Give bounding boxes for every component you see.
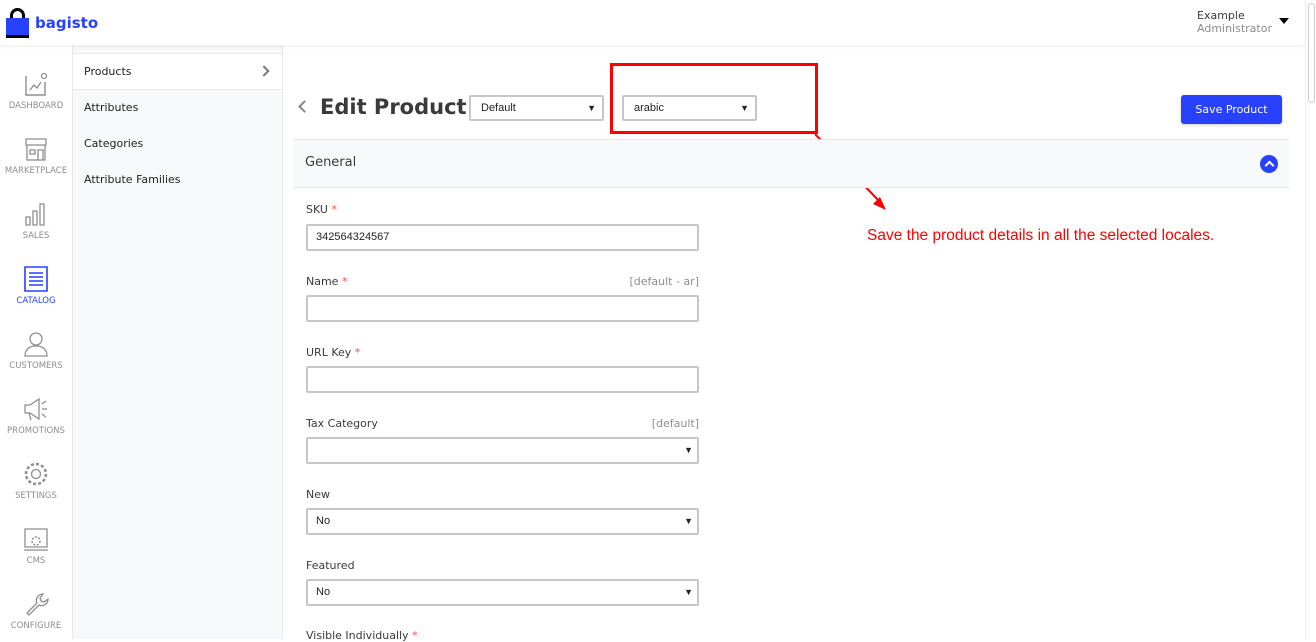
sku-input[interactable]: 342564324567 [306,224,699,251]
main-nav: DASHBOARD MARKETPLACE SALES CATALOG CUST… [0,45,73,639]
customers-icon [24,332,48,357]
channel-select[interactable]: Default ▼ [469,95,604,121]
name-input[interactable] [306,295,699,322]
nav-promotions[interactable]: PROMOTIONS [0,396,72,436]
section-title: General [305,155,357,170]
bag-icon [6,8,29,38]
nav-marketplace[interactable]: MARKETPLACE [0,136,72,176]
catalog-submenu: Products Attributes Categories Attribute… [73,45,283,639]
visible-individually-label: Visible Individually * [306,629,418,642]
submenu-attribute-families[interactable]: Attribute Families [73,162,282,198]
scroll-thumb[interactable] [1308,3,1315,103]
annotation-highlight-box [610,63,818,134]
page-title: Edit Product [320,95,467,119]
tax-category-select[interactable]: ▼ [306,437,699,464]
back-arrow-icon[interactable] [298,100,311,113]
chevron-right-icon [258,65,270,77]
submenu-products[interactable]: Products [73,53,282,90]
top-header: bagisto Example Administrator [0,0,1305,45]
dashboard-icon [25,72,48,96]
promotions-icon [24,397,47,421]
save-product-button[interactable]: Save Product [1181,95,1282,124]
nav-sales[interactable]: SALES [0,201,72,241]
new-label: New [306,488,330,501]
brand-name: bagisto [35,14,99,32]
user-menu[interactable]: Example Administrator [1197,9,1272,35]
nav-cms[interactable]: CMS [0,526,72,566]
caret-down-icon[interactable] [1279,18,1289,24]
new-select[interactable]: No ▼ [306,508,699,535]
featured-label: Featured [306,559,355,572]
settings-icon [24,462,48,486]
tax-category-label: Tax Category [default] [306,417,699,430]
submenu-categories[interactable]: Categories [73,126,282,162]
nav-configure[interactable]: CONFIGURE [0,591,72,631]
general-section-header[interactable]: General [294,139,1289,188]
cms-icon [24,528,48,551]
nav-settings[interactable]: SETTINGS [0,461,72,501]
sales-icon [25,203,45,226]
submenu-attributes[interactable]: Attributes [73,90,282,126]
chevron-up-icon[interactable] [1260,155,1278,173]
catalog-icon [24,266,48,292]
name-label: Name * [default - ar] [306,275,699,288]
brand-logo[interactable]: bagisto [6,8,98,38]
url-key-label: URL Key * [306,346,361,359]
nav-catalog[interactable]: CATALOG [0,266,72,306]
nav-dashboard[interactable]: DASHBOARD [0,71,72,111]
user-role: Administrator [1197,22,1272,35]
nav-customers[interactable]: CUSTOMERS [0,331,72,371]
user-name: Example [1197,9,1245,22]
annotation-text: Save the product details in all the sele… [867,227,1215,244]
featured-select[interactable]: No ▼ [306,579,699,606]
url-key-input[interactable] [306,366,699,393]
sku-label: SKU * [306,203,337,216]
configure-icon [26,593,49,616]
scrollbar[interactable] [1305,0,1316,639]
marketplace-icon [25,138,47,161]
